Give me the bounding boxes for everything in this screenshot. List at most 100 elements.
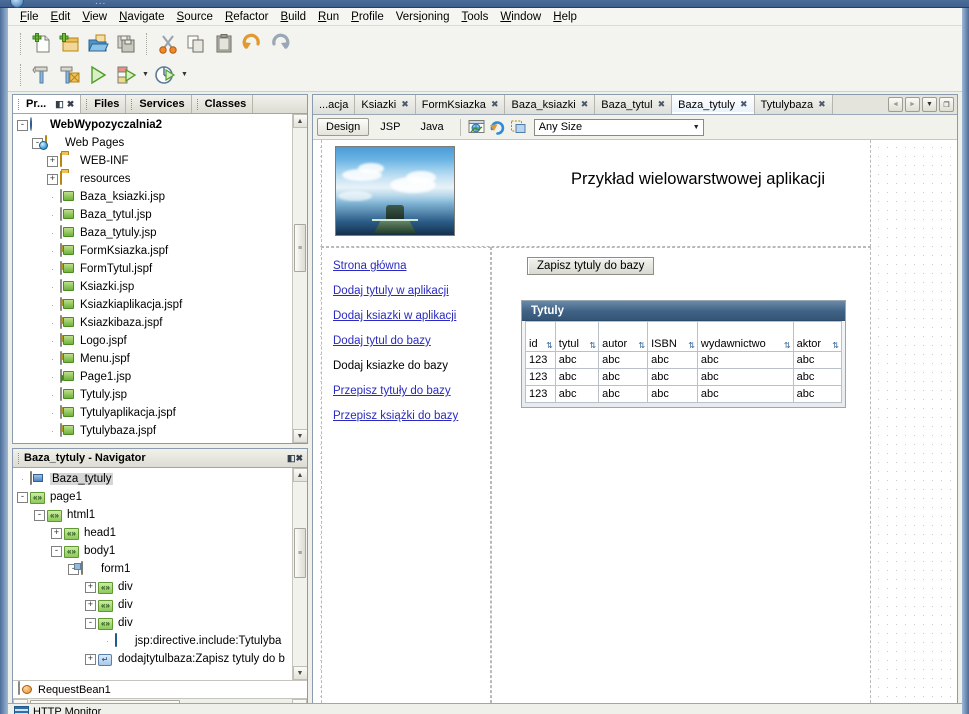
- tree-node[interactable]: + WEB-INF: [13, 152, 292, 170]
- tree-expand-icon[interactable]: +: [85, 581, 96, 593]
- tree-node[interactable]: - Web Pages: [13, 134, 292, 152]
- tree-expand-icon[interactable]: +: [47, 173, 58, 185]
- tab-scroll-right-button[interactable]: ►: [905, 97, 920, 112]
- refresh-icon[interactable]: [487, 118, 508, 137]
- tree-node[interactable]: · Ksiazkiaplikacja.jspf: [13, 296, 292, 314]
- tree-node[interactable]: · Baza_tytuly.jsp: [13, 224, 292, 242]
- debug-icon[interactable]: [112, 61, 140, 89]
- menu-item-profile[interactable]: Profile: [345, 10, 390, 24]
- tree-node[interactable]: + «» div: [13, 578, 292, 596]
- sort-icon[interactable]: ⇅: [589, 342, 596, 350]
- preview-in-browser-icon[interactable]: [466, 118, 487, 137]
- table-column-header[interactable]: id ⇅: [525, 321, 556, 352]
- page-size-select[interactable]: Any Size ▼: [533, 118, 704, 136]
- cut-icon[interactable]: [154, 30, 182, 58]
- scroll-track[interactable]: [292, 128, 307, 429]
- panel-tab-services[interactable]: Services: [126, 95, 192, 113]
- menu-item-run[interactable]: Run: [312, 10, 345, 24]
- editor-tab-ksiazki[interactable]: Ksiazki ✖: [355, 95, 416, 114]
- http-monitor-bar[interactable]: HTTP Monitor: [8, 703, 962, 714]
- table-column-header[interactable]: wydawnictwo ⇅: [696, 321, 794, 352]
- editor-tab-baza_ksiazki[interactable]: Baza_ksiazki ✖: [505, 95, 596, 114]
- tree-node[interactable]: -form1: [13, 560, 292, 578]
- tree-node[interactable]: · Tytulybaza.jspf: [13, 422, 292, 440]
- nav-scroll-down-arrow-icon[interactable]: ▼: [292, 666, 307, 680]
- menu-item-edit[interactable]: Edit: [45, 10, 77, 24]
- tree-node[interactable]: · Tytulyaplikacja.jspf: [13, 404, 292, 422]
- tree-expand-icon[interactable]: +: [85, 599, 96, 611]
- tree-collapse-icon[interactable]: -: [51, 545, 62, 557]
- show-virtual-forms-icon[interactable]: [508, 118, 529, 137]
- copy-icon[interactable]: [182, 30, 210, 58]
- profile-dropdown-arrow-icon[interactable]: ▼: [179, 61, 190, 89]
- sort-icon[interactable]: ⇅: [784, 342, 791, 350]
- table-column-header[interactable]: autor ⇅: [598, 321, 649, 352]
- tree-node[interactable]: - «» div: [13, 614, 292, 632]
- navigator-tree[interactable]: · Baza_tytuly - «» page1- «» html1 + «» head1- «» b…: [13, 468, 292, 680]
- tree-node[interactable]: - WebWypozyczalnia2: [13, 116, 292, 134]
- nav-scroll-up-arrow-icon[interactable]: ▲: [292, 468, 307, 482]
- tree-expand-icon[interactable]: +: [47, 155, 58, 167]
- tree-expand-icon[interactable]: +: [51, 527, 62, 539]
- tree-node[interactable]: · FormTytul.jspf: [13, 260, 292, 278]
- menu-item-source[interactable]: Source: [171, 10, 219, 24]
- design-link[interactable]: Przepisz książki do bazy: [333, 410, 471, 422]
- tree-node[interactable]: + «» head1: [13, 524, 292, 542]
- panel-minimize-icon[interactable]: ◧: [55, 99, 64, 109]
- save-all-icon[interactable]: [112, 30, 140, 58]
- tree-node[interactable]: + «» div: [13, 596, 292, 614]
- menu-item-help[interactable]: Help: [547, 10, 583, 24]
- tree-node[interactable]: · Menu.jspf: [13, 350, 292, 368]
- tree-expand-icon[interactable]: +: [85, 653, 96, 665]
- menu-item-tools[interactable]: Tools: [455, 10, 494, 24]
- menu-item-navigate[interactable]: Navigate: [113, 10, 170, 24]
- table-row[interactable]: 123 abc abc abc abc abc: [525, 351, 843, 369]
- tree-collapse-icon[interactable]: -: [85, 617, 96, 629]
- tree-node[interactable]: + ↵ dodajtytulbaza:Zapisz tytuly do b: [13, 650, 292, 668]
- editor-tab-baza_tytuly[interactable]: Baza_tytuly ✖: [672, 95, 755, 114]
- run-icon[interactable]: [84, 61, 112, 89]
- tree-collapse-icon[interactable]: -: [17, 491, 28, 503]
- navigator-minimize-icon[interactable]: ◧: [287, 453, 296, 463]
- clean-build-icon[interactable]: [56, 61, 84, 89]
- design-canvas[interactable]: Przykład wielowarstwowej aplikacji Stron…: [313, 140, 957, 713]
- sort-icon[interactable]: ⇅: [688, 342, 695, 350]
- menu-item-window[interactable]: Window: [494, 10, 547, 24]
- projects-tree[interactable]: - WebWypozyczalnia2 - Web Pages + WEB-INF + res…: [13, 114, 292, 443]
- panel-tab-files[interactable]: Files: [81, 95, 127, 113]
- tree-node[interactable]: - «» html1: [13, 506, 292, 524]
- debug-dropdown-arrow-icon[interactable]: ▼: [140, 61, 151, 89]
- editor-tab-formksiazka[interactable]: FormKsiazka ✖: [415, 95, 506, 114]
- titles-table[interactable]: id ⇅ tytul ⇅ autor ⇅ ISBN ⇅ wydawnictwo ⇅ aktor ⇅ 1…: [525, 321, 843, 403]
- navigator-footer-item[interactable]: RequestBean1: [13, 680, 307, 698]
- sort-icon[interactable]: ⇅: [546, 342, 553, 350]
- undo-icon[interactable]: [238, 30, 266, 58]
- tree-node[interactable]: · Page1.jsp: [13, 368, 292, 386]
- design-link[interactable]: Strona główna: [333, 260, 471, 272]
- design-link[interactable]: Przepisz tytuły do bazy: [333, 385, 471, 397]
- new-project-icon[interactable]: [56, 30, 84, 58]
- editor-tab-acja[interactable]: ...acja: [313, 95, 356, 114]
- design-link[interactable]: Dodaj ksiazki w aplikacji: [333, 310, 471, 322]
- build-icon[interactable]: [28, 61, 56, 89]
- menu-item-refactor[interactable]: Refactor: [219, 10, 274, 24]
- table-row[interactable]: 123 abc abc abc abc abc: [525, 385, 843, 403]
- paste-icon[interactable]: [210, 30, 238, 58]
- editor-tab-tytulybaza[interactable]: Tytulybaza ✖: [754, 95, 833, 114]
- close-icon[interactable]: ✖: [401, 99, 409, 110]
- sort-icon[interactable]: ⇅: [638, 342, 645, 350]
- design-link[interactable]: Dodaj tytul do bazy: [333, 335, 471, 347]
- tree-collapse-icon[interactable]: -: [34, 509, 45, 521]
- projects-vertical-scrollbar[interactable]: ▲ ≡ ▼: [292, 114, 307, 443]
- maximize-editor-button[interactable]: ❐: [939, 97, 954, 112]
- navigator-vertical-scrollbar[interactable]: ▲ ≡ ▼: [292, 468, 307, 680]
- tree-node[interactable]: · jsp:directive.include:Tytulyba: [13, 632, 292, 650]
- table-column-header[interactable]: aktor ⇅: [792, 321, 843, 352]
- tab-list-button[interactable]: ▼: [922, 97, 937, 112]
- menu-item-build[interactable]: Build: [274, 10, 312, 24]
- sort-icon[interactable]: ⇅: [832, 342, 839, 350]
- table-row[interactable]: 123 abc abc abc abc abc: [525, 368, 843, 386]
- table-column-header[interactable]: tytul ⇅: [554, 321, 600, 352]
- close-icon[interactable]: ✖: [491, 99, 499, 110]
- scroll-down-arrow-icon[interactable]: ▼: [292, 429, 307, 443]
